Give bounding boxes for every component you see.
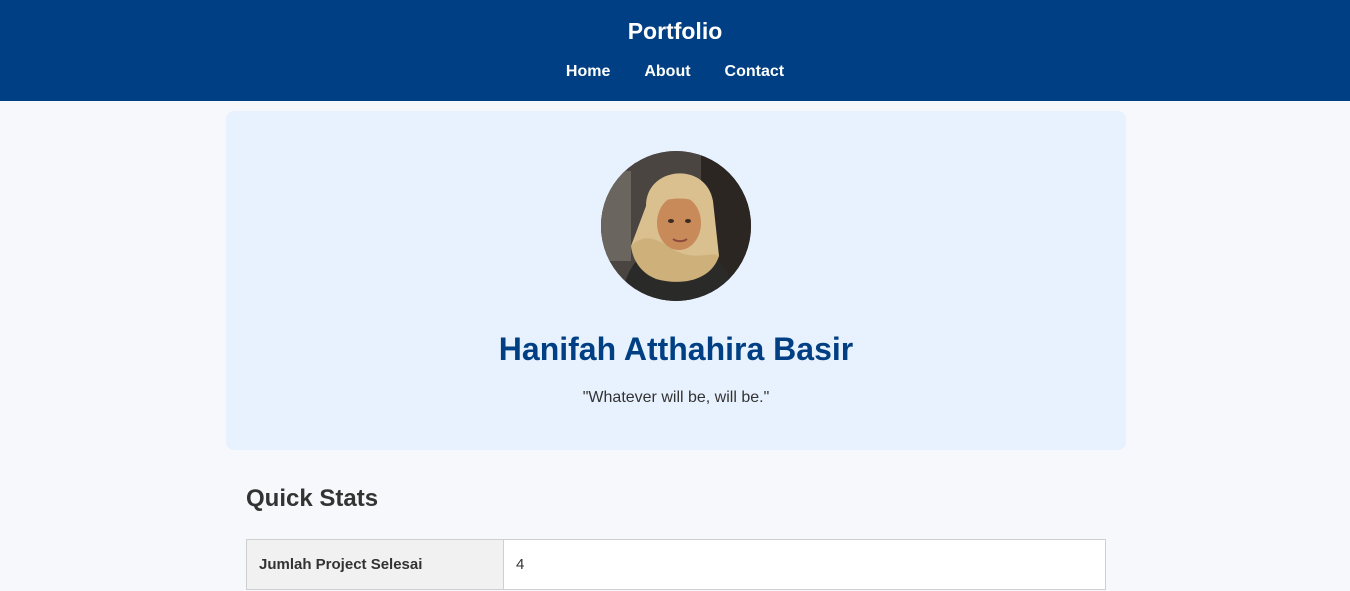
nav-about-link[interactable]: About [644,62,690,82]
avatar-photo [601,151,751,301]
quick-stats-title: Quick Stats [246,485,379,512]
profile-quote: "Whatever will be, will be." [582,389,770,406]
nav-home-link[interactable]: Home [566,62,610,82]
stat-label: Jumlah Project Selesai [246,539,504,590]
main-nav: Home About Contact [0,62,1350,82]
site-header: Portfolio Home About Contact [0,0,1350,101]
stat-value: 4 [503,539,1106,590]
quick-stats-table: Jumlah Project Selesai 4 [246,539,1106,590]
profile-name: Hanifah Atthahira Basir [498,331,854,367]
site-title: Portfolio [627,18,723,44]
avatar [601,151,751,301]
table-row: Jumlah Project Selesai 4 [246,539,1106,590]
hero-section: Hanifah Atthahira Basir "Whatever will b… [226,111,1126,450]
nav-contact-link[interactable]: Contact [725,62,785,82]
